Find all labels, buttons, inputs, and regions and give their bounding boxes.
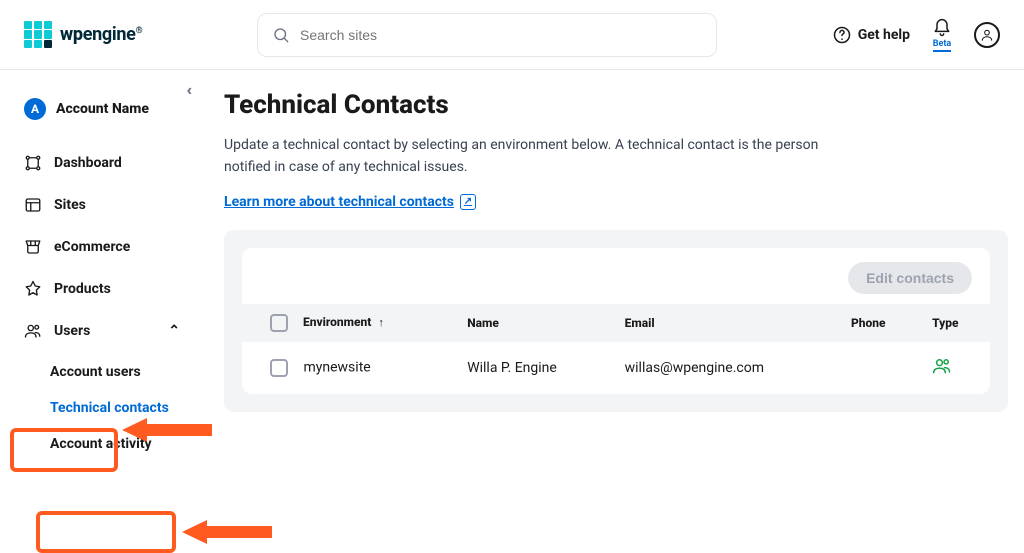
- search-input-wrap[interactable]: [257, 13, 717, 57]
- table-row[interactable]: mynewsite Willa P. Engine willas@wpengin…: [242, 342, 990, 394]
- sidebar-item-sites[interactable]: Sites: [0, 186, 200, 224]
- cell-type: [920, 342, 990, 394]
- sites-icon: [24, 196, 42, 214]
- learn-more-link[interactable]: Learn more about technical contacts ↗: [224, 194, 476, 210]
- ecommerce-icon: [24, 238, 42, 256]
- get-help-button[interactable]: Get help: [832, 25, 910, 45]
- beta-label: Beta: [933, 39, 951, 52]
- cell-environment: mynewsite: [303, 359, 370, 375]
- col-environment[interactable]: Environment ↑: [242, 304, 455, 342]
- account-badge-icon: A: [24, 98, 46, 120]
- sidebar-item-label: Dashboard: [54, 155, 122, 171]
- users-type-icon: [932, 364, 952, 380]
- sidebar-item-users[interactable]: Users ⌃: [0, 312, 200, 350]
- search-input[interactable]: [300, 27, 702, 43]
- get-help-label: Get help: [858, 27, 910, 43]
- col-email[interactable]: Email: [613, 304, 839, 342]
- subnav-account-activity[interactable]: Account activity: [50, 426, 200, 462]
- contacts-table: Environment ↑ Name Email Phone Type: [242, 304, 990, 394]
- header: wpengine® Get help Beta: [0, 0, 1024, 70]
- collapse-sidebar-button[interactable]: ‹‹: [186, 80, 188, 99]
- profile-button[interactable]: [974, 22, 1000, 48]
- search-icon: [272, 26, 290, 44]
- sidebar-item-dashboard[interactable]: Dashboard: [0, 144, 200, 182]
- page-description: Update a technical contact by selecting …: [224, 134, 824, 179]
- select-all-checkbox[interactable]: [270, 314, 288, 332]
- logo[interactable]: wpengine®: [24, 21, 142, 49]
- logo-text: wpengine®: [60, 24, 142, 45]
- annotation-highlight-technical-contacts: [36, 511, 176, 553]
- cell-phone: [839, 342, 920, 394]
- help-icon: [832, 25, 852, 45]
- page-title: Technical Contacts: [224, 90, 1008, 120]
- sort-ascending-icon: ↑: [378, 316, 384, 329]
- dashboard-icon: [24, 154, 42, 172]
- cell-name: Willa P. Engine: [455, 342, 612, 394]
- users-subnav: Account users Technical contacts Account…: [0, 354, 200, 462]
- products-icon: [24, 280, 42, 298]
- cell-email: willas@wpengine.com: [613, 342, 839, 394]
- main: Technical Contacts Update a technical co…: [200, 70, 1024, 534]
- account-name: Account Name: [56, 101, 149, 117]
- sidebar-item-label: Products: [54, 281, 111, 297]
- sidebar-item-label: eCommerce: [54, 239, 130, 255]
- subnav-account-users[interactable]: Account users: [50, 354, 200, 390]
- sidebar-item-label: Users: [54, 323, 90, 339]
- edit-contacts-button[interactable]: Edit contacts: [848, 262, 972, 294]
- contacts-card: Edit contacts Environment ↑ Name Email: [242, 248, 990, 394]
- subnav-technical-contacts[interactable]: Technical contacts: [50, 390, 200, 426]
- row-checkbox[interactable]: [270, 359, 288, 377]
- logo-mark-icon: [24, 21, 52, 49]
- contacts-panel: Edit contacts Environment ↑ Name Email: [224, 230, 1008, 412]
- sidebar: ‹‹ A Account Name Dashboard Sites eComme…: [0, 70, 200, 534]
- col-type[interactable]: Type: [920, 304, 990, 342]
- sidebar-item-products[interactable]: Products: [0, 270, 200, 308]
- learn-more-label: Learn more about technical contacts: [224, 194, 454, 210]
- sidebar-item-label: Sites: [54, 197, 86, 213]
- sidebar-item-ecommerce[interactable]: eCommerce: [0, 228, 200, 266]
- external-link-icon: ↗: [460, 194, 476, 210]
- col-name[interactable]: Name: [455, 304, 612, 342]
- chevron-up-icon: ⌃: [168, 323, 180, 339]
- account-selector[interactable]: A Account Name: [0, 80, 200, 144]
- avatar-icon: [980, 28, 994, 42]
- notifications-button[interactable]: Beta: [932, 18, 952, 52]
- col-phone[interactable]: Phone: [839, 304, 920, 342]
- users-icon: [24, 322, 42, 340]
- bell-icon: [932, 18, 952, 38]
